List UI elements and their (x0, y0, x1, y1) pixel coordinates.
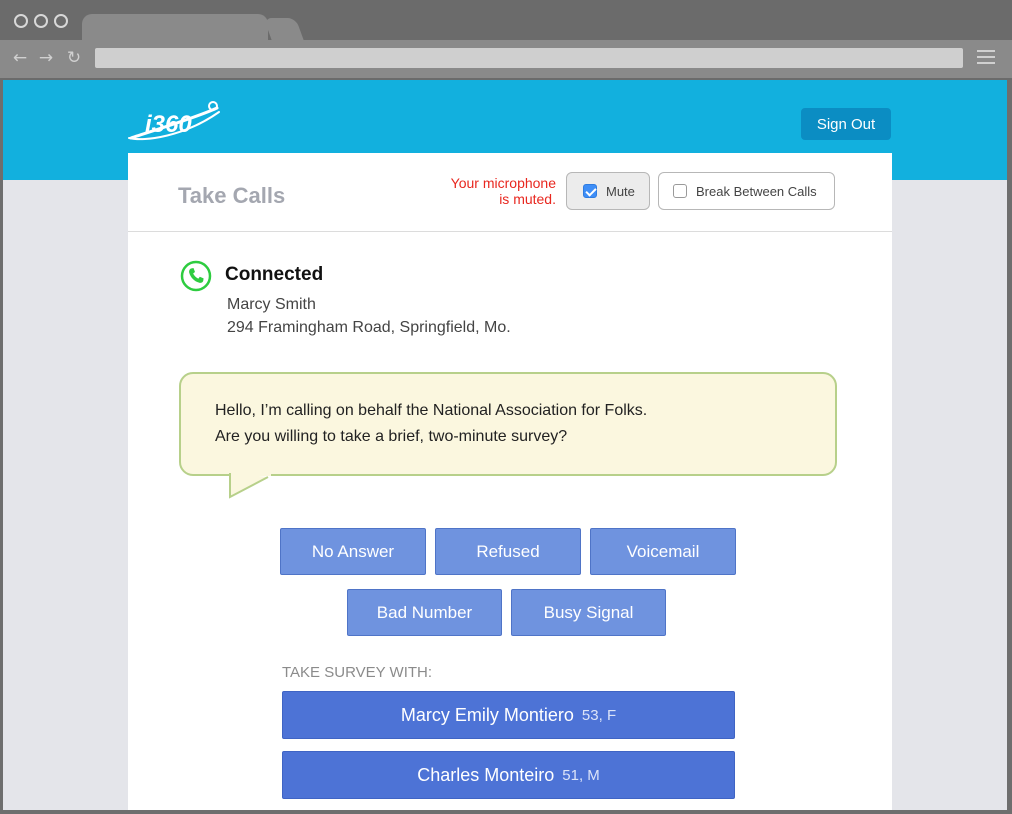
speech-bubble-tail (229, 473, 271, 499)
browser-chrome: ← → ↻ (0, 0, 1012, 80)
busy-signal-button[interactable]: Busy Signal (511, 589, 666, 636)
call-status: Connected (225, 264, 324, 285)
reload-icon[interactable]: ↻ (64, 48, 84, 68)
svg-text:i360: i360 (145, 111, 192, 138)
break-between-calls-label: Break Between Calls (696, 183, 817, 199)
respondent-button[interactable]: Charles Monteiro 51, M (282, 751, 735, 799)
back-arrow-icon[interactable]: ← (10, 48, 30, 68)
microphone-status: Your microphone is muted. (428, 175, 556, 207)
no-answer-button[interactable]: No Answer (280, 528, 426, 575)
voicemail-button[interactable]: Voicemail (590, 528, 736, 575)
minimize-window-icon[interactable] (34, 14, 48, 28)
browser-tab[interactable] (82, 14, 268, 42)
contact-name: Marcy Smith (227, 296, 316, 313)
respondent-age-gender: 53, F (581, 706, 617, 724)
sign-out-button[interactable]: Sign Out (801, 108, 891, 140)
i360-logo: i360 (128, 101, 220, 141)
new-tab-button[interactable] (263, 18, 305, 42)
take-calls-card: Take Calls Your microphone is muted. Mut… (128, 153, 892, 810)
browser-menu-icon[interactable] (977, 50, 995, 66)
microphone-status-line2: is muted. (499, 191, 556, 207)
break-between-calls-checkbox[interactable] (673, 184, 687, 198)
break-between-calls-toggle[interactable]: Break Between Calls (658, 172, 835, 210)
card-header: Take Calls Your microphone is muted. Mut… (128, 153, 892, 232)
bad-number-button[interactable]: Bad Number (347, 589, 502, 636)
take-survey-label: TAKE SURVEY WITH: (282, 664, 433, 681)
mute-label: Mute (606, 183, 635, 199)
microphone-status-line1: Your microphone (450, 175, 556, 191)
respondent-age-gender: 51, M (562, 766, 600, 784)
page-title: Take Calls (178, 183, 286, 208)
address-bar[interactable] (95, 48, 963, 68)
page: i360 Sign Out Take Calls Your microphone… (3, 80, 1007, 810)
respondent-name: Charles Monteiro (417, 764, 555, 785)
close-window-icon[interactable] (14, 14, 28, 28)
call-script-bubble: Hello, I’m calling on behalf the Nationa… (179, 372, 837, 476)
respondent-button[interactable]: Marcy Emily Montiero 53, F (282, 691, 735, 739)
forward-arrow-icon[interactable]: → (36, 48, 56, 68)
mute-toggle[interactable]: Mute (566, 172, 650, 210)
contact-address: 294 Framingham Road, Springfield, Mo. (227, 319, 511, 336)
script-line-2: Are you willing to take a brief, two-min… (215, 428, 568, 445)
phone-icon (180, 260, 212, 292)
mute-checkbox[interactable] (583, 184, 597, 198)
respondent-name: Marcy Emily Montiero (400, 704, 574, 725)
refused-button[interactable]: Refused (435, 528, 581, 575)
maximize-window-icon[interactable] (54, 14, 68, 28)
script-line-1: Hello, I’m calling on behalf the Nationa… (215, 402, 648, 419)
